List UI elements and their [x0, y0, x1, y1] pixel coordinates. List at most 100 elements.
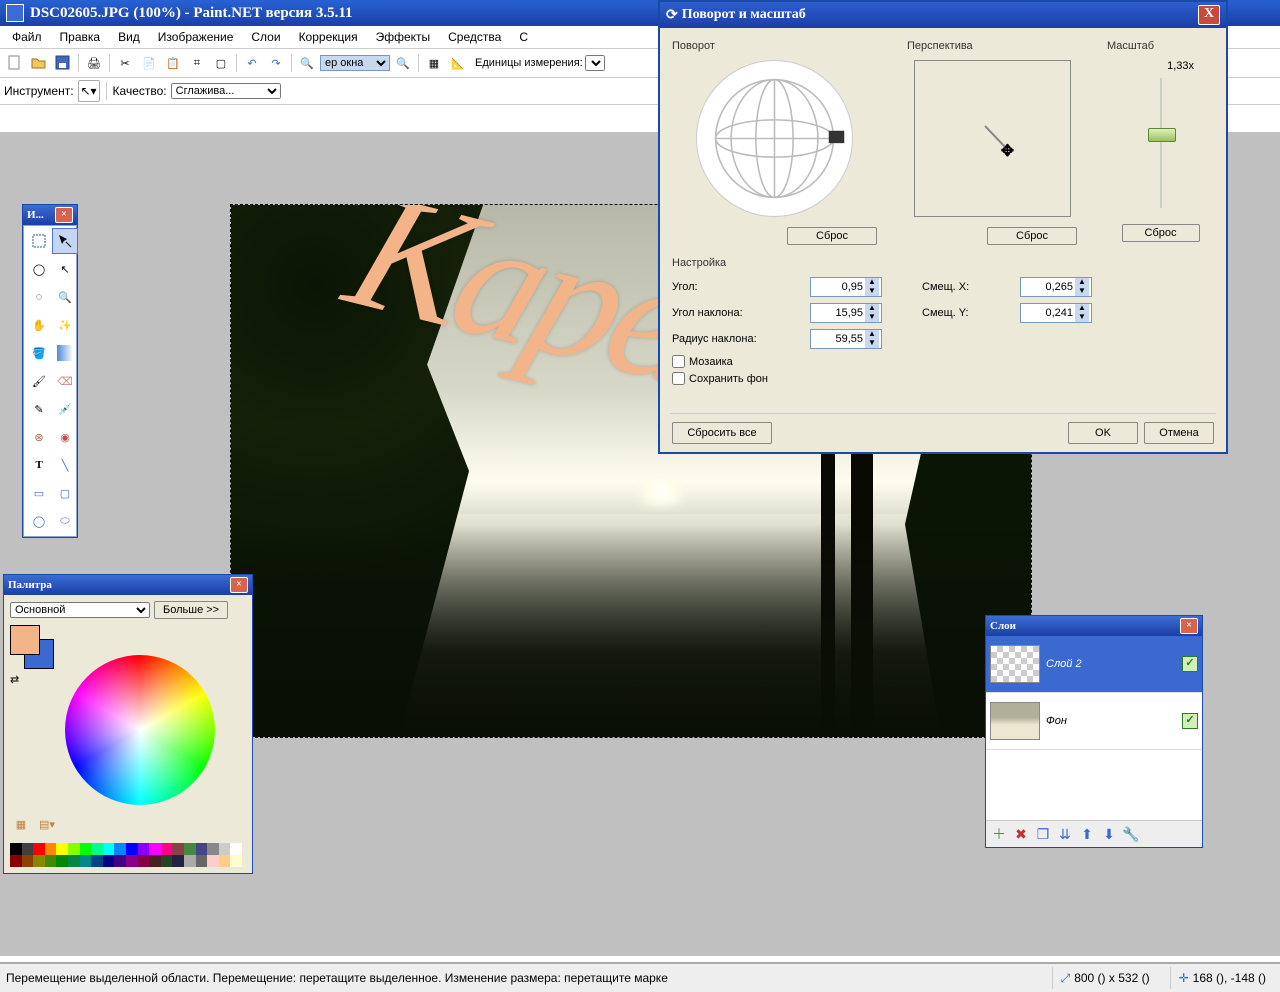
- copy-button[interactable]: 📄: [138, 52, 160, 74]
- tool-brush[interactable]: 🖌: [26, 368, 52, 394]
- tool-recolor[interactable]: ◉: [52, 424, 78, 450]
- primary-swatch[interactable]: [10, 625, 40, 655]
- tool-rect[interactable]: ▭: [26, 480, 52, 506]
- layer-merge-icon[interactable]: ⇊: [1056, 825, 1074, 843]
- reset-all-button[interactable]: Сбросить все: [672, 422, 772, 444]
- close-icon[interactable]: ×: [1180, 618, 1198, 634]
- cut-button[interactable]: ✂: [114, 52, 136, 74]
- zoom-out-button[interactable]: 🔍: [296, 52, 318, 74]
- tool-move-selection[interactable]: [52, 228, 78, 254]
- new-button[interactable]: [4, 52, 26, 74]
- tool-bucket[interactable]: 🪣: [26, 340, 52, 366]
- print-button[interactable]: 🖨: [83, 52, 105, 74]
- tool-lasso[interactable]: ◯: [26, 256, 52, 282]
- layer-new-icon[interactable]: ＋: [990, 825, 1008, 843]
- tools-window[interactable]: И...× ◯ ↖ ◌ 🔍 ✋ ✨ 🪣 🖌 ⌫ ✎ 💉 ⊛ ◉ T ╲ ▭ ▢ …: [22, 204, 78, 538]
- tool-eraser[interactable]: ⌫: [52, 368, 78, 394]
- slider-thumb[interactable]: [1148, 128, 1176, 142]
- layer-row[interactable]: Слой 2 ✓: [986, 636, 1202, 693]
- tilt-angle-input[interactable]: [811, 304, 865, 322]
- zoom-select[interactable]: ер окна: [320, 55, 390, 71]
- tool-ellipse[interactable]: ◯: [26, 508, 52, 534]
- layer-visible-checkbox[interactable]: ✓: [1182, 713, 1198, 729]
- zoom-in-button[interactable]: 🔍: [392, 52, 414, 74]
- swap-colors-icon[interactable]: ⇄: [10, 673, 26, 689]
- tool-pencil[interactable]: ✎: [26, 396, 52, 422]
- cancel-button[interactable]: Отмена: [1144, 422, 1214, 444]
- quality-select[interactable]: Сглажива...: [171, 83, 281, 99]
- rotate-sphere[interactable]: [696, 60, 853, 217]
- menu-window[interactable]: С: [513, 28, 534, 46]
- color-mode-select[interactable]: Основной: [10, 602, 150, 618]
- layer-props-icon[interactable]: 🔧: [1122, 825, 1140, 843]
- deselect-button[interactable]: ▢: [210, 52, 232, 74]
- tool-picker[interactable]: 💉: [52, 396, 78, 422]
- tool-clone[interactable]: ⊛: [26, 424, 52, 450]
- paste-button[interactable]: 📋: [162, 52, 184, 74]
- tile-checkbox[interactable]: [672, 355, 685, 368]
- menu-adjust[interactable]: Коррекция: [293, 28, 364, 46]
- redo-button[interactable]: ↷: [265, 52, 287, 74]
- spinner[interactable]: ▲▼: [865, 278, 879, 296]
- tool-move[interactable]: ↖: [52, 256, 78, 282]
- scale-slider[interactable]: [1156, 78, 1166, 208]
- menu-file[interactable]: Файл: [6, 28, 48, 46]
- close-icon[interactable]: ×: [55, 207, 73, 223]
- tool-rect-select[interactable]: [26, 228, 52, 254]
- layers-window[interactable]: Слои× Слой 2 ✓ Фон ✓ ＋ ✖ ❐ ⇊ ⬆ ⬇ 🔧: [985, 615, 1203, 848]
- spinner[interactable]: ▲▼: [865, 330, 879, 348]
- menu-layers[interactable]: Слои: [245, 28, 286, 46]
- menu-image[interactable]: Изображение: [152, 28, 240, 46]
- units-select[interactable]: п: [585, 55, 605, 71]
- move-icon[interactable]: ✥: [1001, 141, 1014, 161]
- tool-zoom[interactable]: 🔍: [52, 284, 78, 310]
- pan-reset-button[interactable]: Сброс: [987, 227, 1077, 245]
- close-icon[interactable]: ×: [230, 577, 248, 593]
- ok-button[interactable]: OK: [1068, 422, 1138, 444]
- add-palette-icon[interactable]: ▦: [10, 813, 32, 835]
- rotate-zoom-dialog[interactable]: ⟳ Поворот и масштаб X Поворот Сброс Перс…: [658, 0, 1228, 454]
- more-button[interactable]: Больше >>: [154, 601, 228, 619]
- colors-window[interactable]: Палитра× Основной Больше >> ⇄ ▦ ▤▾: [3, 574, 253, 874]
- layer-row[interactable]: Фон ✓: [986, 693, 1202, 750]
- tool-gradient[interactable]: [52, 340, 78, 366]
- tool-freeform[interactable]: ⬭: [52, 508, 78, 534]
- save-button[interactable]: [52, 52, 74, 74]
- tool-roundrect[interactable]: ▢: [52, 480, 78, 506]
- close-icon[interactable]: X: [1198, 5, 1220, 25]
- undo-button[interactable]: ↶: [241, 52, 263, 74]
- rotate-reset-button[interactable]: Сброс: [787, 227, 877, 245]
- layer-up-icon[interactable]: ⬆: [1078, 825, 1096, 843]
- layer-down-icon[interactable]: ⬇: [1100, 825, 1118, 843]
- layer-duplicate-icon[interactable]: ❐: [1034, 825, 1052, 843]
- menu-view[interactable]: Вид: [112, 28, 146, 46]
- grid-button[interactable]: ▦: [423, 52, 445, 74]
- open-button[interactable]: [28, 52, 50, 74]
- layer-visible-checkbox[interactable]: ✓: [1182, 656, 1198, 672]
- spinner[interactable]: ▲▼: [865, 304, 879, 322]
- layer-delete-icon[interactable]: ✖: [1012, 825, 1030, 843]
- offy-input[interactable]: [1021, 304, 1075, 322]
- offx-input[interactable]: [1021, 278, 1075, 296]
- manage-palette-icon[interactable]: ▤▾: [36, 813, 58, 835]
- menu-tools[interactable]: Средства: [442, 28, 507, 46]
- menu-edit[interactable]: Правка: [54, 28, 107, 46]
- menu-effects[interactable]: Эффекты: [370, 28, 437, 46]
- ruler-button[interactable]: 📐: [447, 52, 469, 74]
- tool-magic-wand[interactable]: ✨: [52, 312, 78, 338]
- palette-swatches[interactable]: [10, 843, 242, 867]
- perspective-control[interactable]: ✥: [914, 60, 1071, 217]
- tool-indicator[interactable]: ↖▾: [78, 80, 100, 102]
- tool-text[interactable]: T: [26, 452, 52, 478]
- tool-pan[interactable]: ✋: [26, 312, 52, 338]
- color-wheel[interactable]: [65, 655, 215, 805]
- tilt-radius-input[interactable]: [811, 330, 865, 348]
- keepbg-checkbox[interactable]: [672, 372, 685, 385]
- tool-ellipse-select[interactable]: ◌: [26, 284, 52, 310]
- crop-button[interactable]: ⌗: [186, 52, 208, 74]
- tool-line[interactable]: ╲: [52, 452, 78, 478]
- angle-input[interactable]: [811, 278, 865, 296]
- scale-reset-button[interactable]: Сброс: [1122, 224, 1200, 242]
- spinner[interactable]: ▲▼: [1075, 278, 1089, 296]
- spinner[interactable]: ▲▼: [1075, 304, 1089, 322]
